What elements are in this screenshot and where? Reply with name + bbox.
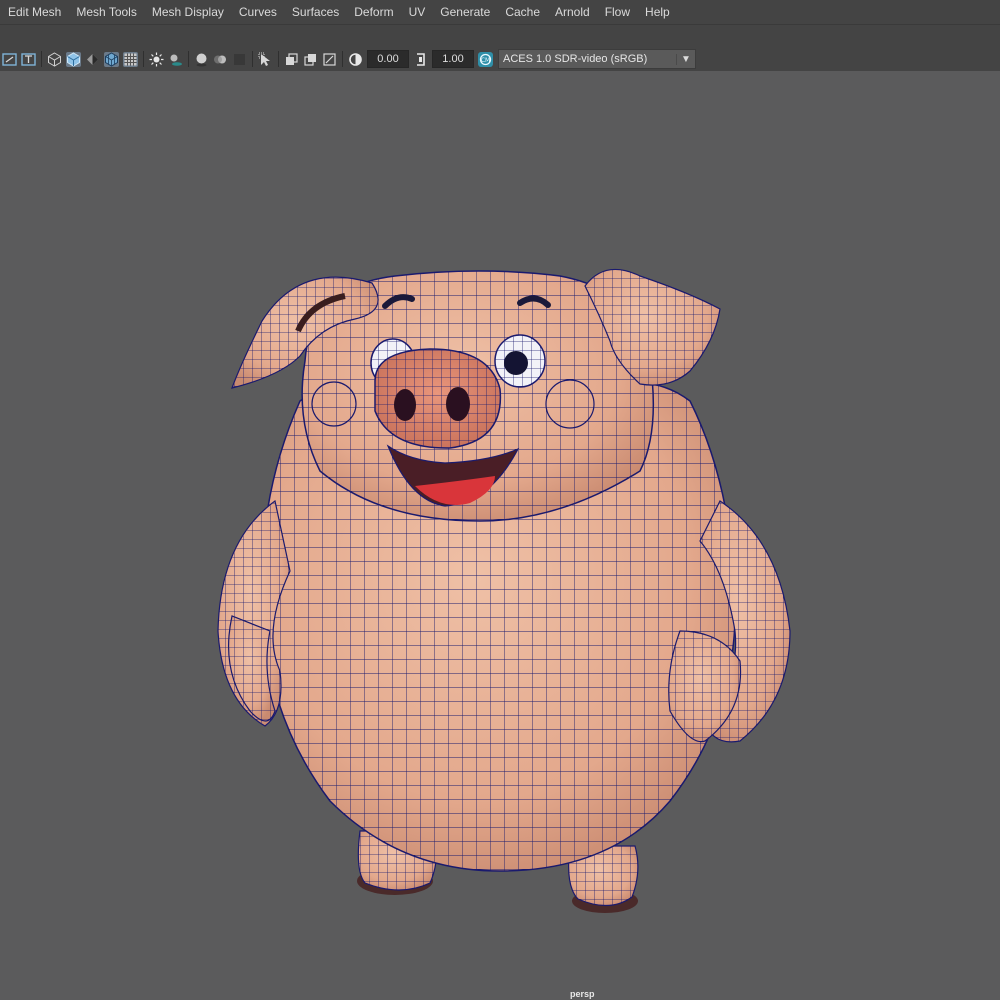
- isolate-select-icon[interactable]: [258, 52, 273, 67]
- menu-edit-mesh[interactable]: Edit Mesh: [0, 0, 68, 24]
- right-eye: [494, 334, 546, 388]
- menu-bar: Edit Mesh Mesh Tools Mesh Display Curves…: [0, 0, 1000, 25]
- viewport-toolbar: 0.00 1.00 CM ACES 1.0 SDR-video (sRGB) ▼: [0, 47, 730, 71]
- gamma-icon[interactable]: [413, 52, 428, 67]
- menu-help[interactable]: Help: [637, 0, 677, 24]
- wireframe-on-shaded-icon[interactable]: [104, 51, 119, 67]
- color-management-toggle-icon[interactable]: CM: [478, 51, 493, 67]
- toolbar-separator: [278, 51, 279, 67]
- toolbar-empty-area: [730, 47, 1000, 71]
- shadows-icon[interactable]: [168, 52, 183, 67]
- menu-surfaces[interactable]: Surfaces: [284, 0, 346, 24]
- frame-selected-icon[interactable]: [2, 52, 17, 67]
- anti-aliasing-icon[interactable]: [232, 52, 247, 67]
- menu-curves[interactable]: Curves: [231, 0, 284, 24]
- color-management-dropdown[interactable]: ACES 1.0 SDR-video (sRGB) ▼: [498, 49, 696, 69]
- svg-text:CM: CM: [481, 57, 490, 64]
- exposure-field[interactable]: 0.00: [367, 50, 409, 68]
- color-management-value: ACES 1.0 SDR-video (sRGB): [503, 53, 648, 65]
- maya-window: Edit Mesh Mesh Tools Mesh Display Curves…: [0, 0, 1000, 1000]
- menu-deform[interactable]: Deform: [346, 0, 400, 24]
- menu-mesh-tools[interactable]: Mesh Tools: [68, 0, 143, 24]
- pig-model[interactable]: [0, 71, 1000, 1000]
- shelf-area: [0, 25, 1000, 47]
- camera-label: persp: [570, 989, 595, 999]
- menu-mesh-display[interactable]: Mesh Display: [144, 0, 231, 24]
- menu-flow[interactable]: Flow: [597, 0, 637, 24]
- default-material-icon[interactable]: [85, 52, 100, 67]
- menu-arnold[interactable]: Arnold: [547, 0, 597, 24]
- backface-culling-icon[interactable]: [322, 52, 337, 67]
- film-gate-icon[interactable]: [21, 52, 36, 67]
- xray-icon[interactable]: [123, 51, 138, 67]
- menu-generate[interactable]: Generate: [432, 0, 497, 24]
- toolbar-separator: [342, 51, 343, 67]
- toolbar-separator: [188, 51, 189, 67]
- use-all-lights-icon[interactable]: [149, 52, 164, 67]
- motion-blur-icon[interactable]: [213, 52, 228, 67]
- menu-uv[interactable]: UV: [401, 0, 433, 24]
- toolbar-separator: [143, 51, 144, 67]
- gamma-field[interactable]: 1.00: [432, 50, 474, 68]
- xray-joints-icon[interactable]: [284, 52, 299, 67]
- menu-cache[interactable]: Cache: [497, 0, 547, 24]
- toolbar-separator: [41, 51, 42, 67]
- exposure-icon[interactable]: [348, 52, 363, 67]
- screen-space-ao-icon[interactable]: [194, 52, 209, 67]
- persp-viewport[interactable]: [0, 71, 1000, 1000]
- chevron-down-icon: ▼: [676, 53, 695, 65]
- toolbar-separator: [252, 51, 253, 67]
- pig-snout: [374, 348, 502, 449]
- wireframe-icon[interactable]: [47, 51, 62, 67]
- xray-active-icon[interactable]: [303, 52, 318, 67]
- smooth-shade-icon[interactable]: [66, 51, 81, 67]
